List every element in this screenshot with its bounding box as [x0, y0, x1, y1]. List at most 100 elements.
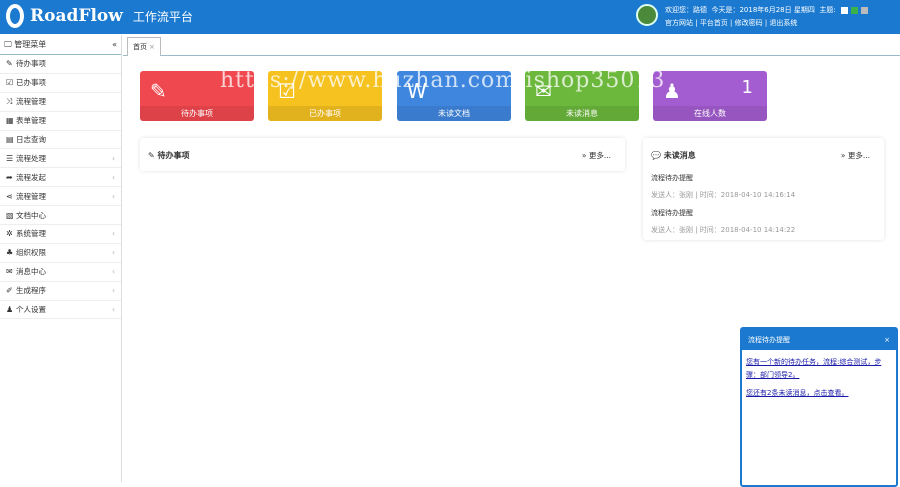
sidebar-item[interactable]: ✐ 生成程序 ‹	[0, 282, 121, 301]
sidebar-item[interactable]: ▤ 日志查询	[0, 131, 121, 150]
sidebar-item-label: 个人设置	[16, 305, 46, 315]
card-count: 1	[741, 77, 753, 98]
sidebar-item[interactable]: ☰ 流程处理 ‹	[0, 149, 121, 169]
sidebar-item-label: 流程发起	[16, 172, 46, 182]
theme-green[interactable]	[850, 6, 858, 14]
sidebar-item-label: 组织权限	[16, 248, 46, 258]
avatar[interactable]	[636, 4, 658, 26]
menu-icon: ⋖	[6, 191, 13, 201]
chevron-left-icon: ‹	[112, 191, 115, 201]
todo-title: 待办事项	[157, 151, 190, 160]
sidebar-item-label: 流程处理	[16, 153, 46, 163]
edit-icon: ✎	[148, 151, 155, 160]
stat-card[interactable]: ☑ 已办事项	[268, 71, 382, 121]
welcome-text: 欢迎您：路德	[665, 6, 707, 14]
card-icon: ✎	[150, 79, 167, 103]
menu-icon: ✐	[6, 286, 13, 296]
menu-icon: ☰	[6, 153, 14, 163]
card-label: 已办事项	[268, 106, 382, 121]
chevron-left-icon: ‹	[112, 153, 115, 163]
monitor-icon: 🖵	[4, 40, 12, 49]
menu-icon: ♣	[6, 248, 14, 258]
card-label: 在线人数	[653, 106, 767, 121]
notification-popup: 流程待办提醒 × 您有一个新的待办任务，流程:综合测试，步骤：部门领导2。 您还有2…	[740, 327, 898, 487]
sidebar-item-label: 生成程序	[16, 286, 46, 296]
stat-card[interactable]: ✉ 未读消息	[525, 71, 639, 121]
menu-icon: ✉	[6, 267, 13, 277]
card-icon: W	[407, 79, 427, 103]
sidebar-item-label: 已办事项	[16, 78, 46, 88]
link-platform-home[interactable]: 平台首页	[700, 19, 728, 27]
user-info: 欢迎您：路德 今天是：2018年6月28日 星期四 主题: 官方网站 | 平台首…	[665, 4, 868, 30]
message-item[interactable]: 流程待办提醒 发送人：张刚 | 时间：2018-04-10 14:16:14	[651, 173, 795, 200]
close-icon[interactable]: ×	[149, 43, 155, 51]
message-meta: 发送人：张刚 | 时间：2018-04-10 14:16:14	[651, 191, 796, 199]
todo-more-link[interactable]: » 更多...	[582, 150, 611, 161]
sidebar-item[interactable]: ♣ 组织权限 ‹	[0, 244, 121, 263]
sidebar-item-label: 表单管理	[16, 116, 46, 126]
sidebar-item[interactable]: ✲ 系统管理 ‹	[0, 225, 121, 244]
tab-home[interactable]: 首页 ×	[127, 37, 161, 56]
theme-gray[interactable]	[860, 6, 868, 14]
card-label: 未读消息	[525, 106, 639, 121]
sidebar-title: 管理菜单	[14, 40, 47, 49]
chevron-left-icon: ‹	[112, 267, 115, 277]
sidebar-item[interactable]: ▧ 文档中心	[0, 206, 121, 226]
message-title[interactable]: 流程待办提醒	[651, 208, 795, 218]
theme-label: 主题:	[819, 6, 836, 14]
stat-card[interactable]: W 未读文档	[397, 71, 511, 121]
sidebar: 🖵 管理菜单 « ✎ 待办事项 ☑ 已办事项 ⤨ 流程管理 ▦ 表单管理 ▤ 日志查询 ☰ 流程处理 ‹ ➦…	[0, 35, 122, 482]
link-change-password[interactable]: 修改密码	[735, 19, 763, 27]
sidebar-item[interactable]: ⤨ 流程管理	[0, 93, 121, 112]
logo: RoadFlow 工作流平台	[6, 4, 193, 28]
sidebar-item[interactable]: ⋖ 流程管理 ‹	[0, 187, 121, 207]
brand: RoadFlow	[30, 6, 123, 26]
sidebar-item-label: 系统管理	[16, 229, 46, 239]
messages-title: 未读消息	[663, 151, 696, 160]
chevron-left-icon: ‹	[112, 172, 115, 182]
menu-icon: ☑	[6, 78, 14, 88]
menu-icon: ♟	[6, 305, 14, 315]
tab-bar: 首页 ×	[123, 35, 900, 56]
menu-icon: ➦	[6, 172, 13, 182]
stat-card[interactable]: ✎ 待办事项	[140, 71, 254, 121]
card-icon: ✉	[535, 79, 552, 103]
theme-blue[interactable]	[840, 6, 848, 14]
sidebar-item[interactable]: ✎ 待办事项	[0, 55, 121, 74]
message-item[interactable]: 流程待办提醒 发送人：张刚 | 时间：2018-04-10 14:14:22	[651, 208, 795, 235]
menu-icon: ⤨	[6, 97, 13, 107]
menu-icon: ▤	[6, 135, 14, 144]
subtitle: 工作流平台	[132, 9, 193, 24]
sidebar-item-label: 消息中心	[16, 267, 46, 277]
sidebar-item[interactable]: ✉ 消息中心 ‹	[0, 263, 121, 282]
sidebar-item-label: 待办事项	[16, 59, 46, 69]
sidebar-item-label: 日志查询	[16, 135, 46, 144]
card-label: 待办事项	[140, 106, 254, 121]
todo-panel: ✎ 待办事项 » 更多...	[140, 138, 625, 171]
top-header: RoadFlow 工作流平台 欢迎您：路德 今天是：2018年6月28日 星期四 …	[0, 0, 900, 34]
sidebar-item-label: 流程管理	[16, 191, 46, 201]
sidebar-item[interactable]: ☑ 已办事项	[0, 74, 121, 93]
comments-icon: 💬	[651, 151, 661, 160]
collapse-button[interactable]: «	[112, 40, 117, 49]
menu-icon: ▦	[6, 116, 14, 126]
messages-more-link[interactable]: » 更多...	[841, 150, 870, 161]
popup-task-link[interactable]: 您有一个新的待办任务，流程:综合测试，步骤：部门领导2。	[746, 356, 892, 382]
sidebar-item[interactable]: ➦ 流程发起 ‹	[0, 168, 121, 188]
popup-messages-link[interactable]: 您还有2条未读消息，点击查看。	[746, 387, 892, 400]
stat-card[interactable]: ♟ 1 在线人数	[653, 71, 767, 121]
sidebar-item-label: 文档中心	[16, 210, 46, 220]
sidebar-item-label: 流程管理	[16, 97, 46, 107]
link-logout[interactable]: 退出系统	[769, 19, 797, 27]
date-text: 今天是：2018年6月28日 星期四	[711, 6, 815, 14]
card-icon: ☑	[278, 79, 296, 103]
link-official-site[interactable]: 官方网站	[665, 19, 693, 27]
messages-panel: 💬 未读消息 » 更多... 流程待办提醒 发送人：张刚 | 时间：2018-04…	[643, 138, 884, 240]
chevron-left-icon: ‹	[112, 229, 115, 239]
card-label: 未读文档	[397, 106, 511, 121]
popup-close-button[interactable]: ×	[884, 336, 890, 344]
message-meta: 发送人：张刚 | 时间：2018-04-10 14:14:22	[651, 226, 796, 234]
sidebar-item[interactable]: ♟ 个人设置 ‹	[0, 301, 121, 320]
message-title[interactable]: 流程待办提醒	[651, 173, 795, 183]
sidebar-item[interactable]: ▦ 表单管理	[0, 112, 121, 131]
